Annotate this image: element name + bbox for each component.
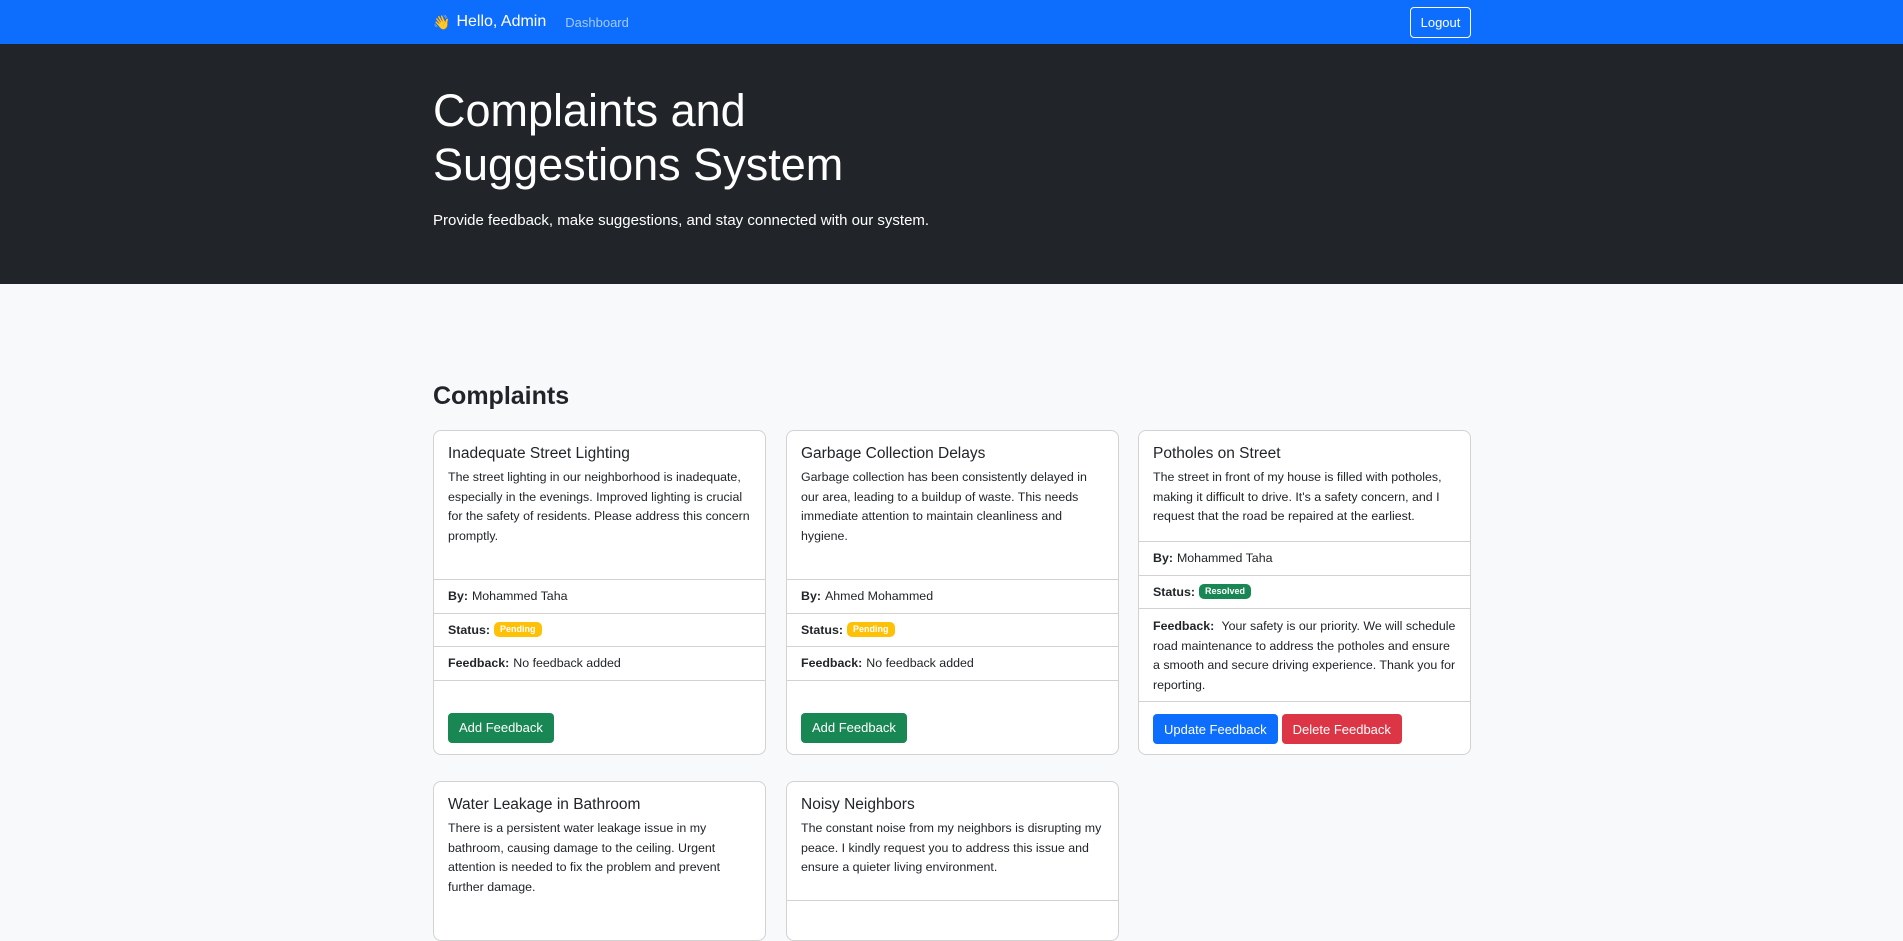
status-label: Status: [1153,584,1195,599]
status-label: Status: [801,622,843,637]
update-feedback-button[interactable]: Update Feedback [1153,714,1278,744]
navbar-container: 👋 Hello, Admin Dashboard Logout [433,0,1471,44]
complaints-heading: Complaints [433,382,570,410]
card-body: Noisy Neighbors The constant noise from … [787,782,1118,900]
feedback-label: Feedback: [448,656,510,671]
complaint-feedback-row: Feedback: No feedback added [434,646,765,680]
complaint-author: Ahmed Mohammed [824,589,934,604]
complaint-title: Potholes on Street [1153,445,1281,462]
navbar-brand[interactable]: 👋 Hello, Admin [433,13,546,31]
complaint-status-row: Status: Pending [434,612,765,647]
dashboard-link[interactable]: Dashboard [565,15,629,30]
complaint-feedback: No feedback added [513,656,621,671]
complaint-author-row: By: Mohammed Taha [1139,541,1470,575]
status-badge: Pending [494,622,542,638]
card-actions: Add Feedback [787,679,1118,755]
complaint-author: Mohammed Taha [1176,551,1273,566]
complaint-author-row: By: Mohammed Taha [434,579,765,613]
status-label: Status: [448,622,490,637]
complaint-status-row: Status: Pending [787,612,1118,647]
complaint-description: The street in front of my house is fille… [1153,470,1442,523]
complaint-card: Inadequate Street Lighting The street li… [433,430,766,755]
complaint-author-row [787,900,1118,934]
add-feedback-button[interactable]: Add Feedback [801,712,907,743]
complaint-feedback: No feedback added [866,656,974,671]
complaint-description: There is a persistent water leakage issu… [448,821,721,894]
by-label: By: [448,589,468,604]
hero-banner: Complaints and Suggestions System Provid… [0,44,1903,284]
complaint-description: Garbage collection has been consistently… [801,470,1087,543]
complaint-title: Noisy Neighbors [801,796,915,813]
status-badge: Resolved [1199,584,1252,600]
feedback-button-group: Update Feedback Delete Feedback [1153,714,1402,744]
complaint-description: The constant noise from my neighbors is … [801,821,1102,874]
top-navbar: 👋 Hello, Admin Dashboard Logout [0,0,1903,44]
complaint-title: Garbage Collection Delays [801,445,986,462]
status-badge: Pending [847,622,895,638]
by-label: By: [801,589,821,604]
card-actions: Add Feedback [434,679,765,755]
complaint-status-row: Status: Resolved [1139,574,1470,609]
complaint-card: Noisy Neighbors The constant noise from … [786,781,1119,941]
complaint-card: Potholes on Street The street in front o… [1138,430,1471,755]
complaint-author-row: By: Ahmed Mohammed [787,579,1118,613]
feedback-label: Feedback: [1153,619,1215,633]
page-title: Complaints and Suggestions System [433,85,844,190]
card-body: Inadequate Street Lighting The street li… [434,431,765,579]
card-body: Water Leakage in Bathroom There is a per… [434,782,765,940]
card-body: Garbage Collection Delays Garbage collec… [787,431,1118,579]
complaint-card: Water Leakage in Bathroom There is a per… [433,781,766,941]
waving-hand-icon: 👋 [433,13,451,30]
page-subtitle: Provide feedback, make suggestions, and … [433,212,930,229]
complaint-description: The street lighting in our neighborhood … [448,470,750,543]
feedback-label: Feedback: [801,656,863,671]
card-actions: Update Feedback Delete Feedback [1139,701,1470,754]
delete-feedback-button[interactable]: Delete Feedback [1281,714,1402,744]
card-body: Potholes on Street The street in front o… [1139,431,1470,541]
add-feedback-button[interactable]: Add Feedback [448,712,554,743]
by-label: By: [1153,551,1173,566]
complaint-card: Garbage Collection Delays Garbage collec… [786,430,1119,755]
greeting-text: Hello, Admin [456,13,547,30]
logout-button[interactable]: Logout [1410,6,1471,38]
complaint-author: Mohammed Taha [471,589,568,604]
complaint-title: Inadequate Street Lighting [448,445,630,462]
complaint-feedback-row: Feedback: No feedback added [787,646,1118,680]
complaint-feedback-row: Feedback: Your safety is our priority. W… [1139,608,1470,701]
complaint-title: Water Leakage in Bathroom [448,796,641,813]
